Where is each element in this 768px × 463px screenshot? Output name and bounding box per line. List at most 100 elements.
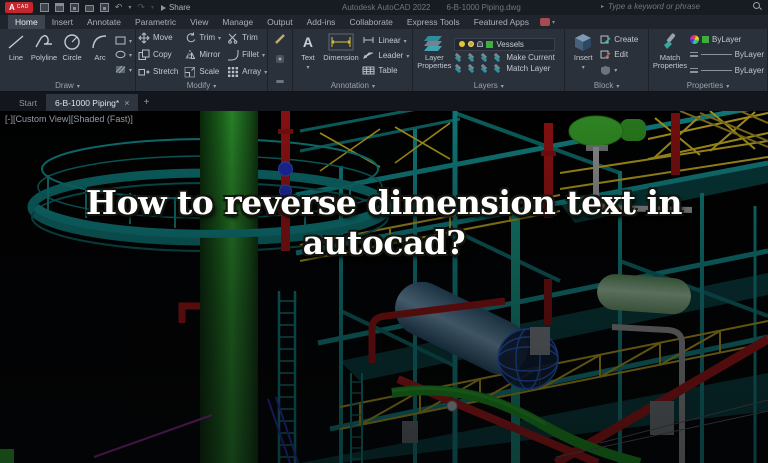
circle-button[interactable]: Circle <box>59 31 85 79</box>
text-button[interactable]: A Text <box>296 31 319 79</box>
ribbon-options-icon <box>540 18 550 26</box>
dimension-icon <box>328 31 354 53</box>
plot-icon[interactable] <box>85 5 94 12</box>
panel-label-properties[interactable]: Properties <box>649 79 767 91</box>
search-icon[interactable] <box>752 1 762 11</box>
panel-block: Insert Create Edit Block <box>565 29 649 91</box>
ribbon-tab-annotate[interactable]: Annotate <box>80 15 128 29</box>
tab-start[interactable]: Start <box>10 94 46 111</box>
layer-tool-icon[interactable] <box>467 53 478 62</box>
ribbon-tab-insert[interactable]: Insert <box>45 15 80 29</box>
erase-button[interactable] <box>274 31 286 49</box>
make-current-button[interactable]: Make Current <box>506 53 554 62</box>
chevron-right-icon[interactable]: ▸ <box>601 3 604 10</box>
fillet-button[interactable]: Fillet <box>227 49 267 61</box>
ribbon-tab-express-tools[interactable]: Express Tools <box>400 15 467 29</box>
ribbon-tab-add-ins[interactable]: Add-ins <box>300 15 343 29</box>
ribbon-tab-home[interactable]: Home <box>8 15 45 29</box>
layer-properties-button[interactable]: Layer Properties <box>416 31 452 79</box>
chevron-down-icon <box>264 67 267 76</box>
viewport-controls[interactable]: [-][Custom View][Shaded (Fast)] <box>5 114 133 124</box>
layer-tool-icon[interactable] <box>480 53 491 62</box>
chevron-down-icon <box>218 33 221 42</box>
layer-select[interactable]: Vessels <box>454 38 554 51</box>
polyline-button[interactable]: Polyline <box>31 31 57 79</box>
undo-icon[interactable]: ↶ <box>115 3 123 12</box>
new-tab-button[interactable] <box>138 94 154 111</box>
save-icon[interactable] <box>70 3 79 12</box>
drawing-viewport[interactable]: [-][Custom View][Shaded (Fast)] How to r… <box>0 111 768 463</box>
rotate-button[interactable]: Trim <box>184 32 221 44</box>
open-folder-icon[interactable] <box>55 3 64 12</box>
layer-tool-icon[interactable] <box>493 64 504 73</box>
layer-tool-icon[interactable] <box>467 64 478 73</box>
arc-button[interactable]: Arc <box>87 31 113 79</box>
scale-button[interactable]: Scale <box>184 66 221 78</box>
hatch-button[interactable] <box>115 65 132 74</box>
panel-label-layers[interactable]: Layers <box>413 79 564 91</box>
mirror-button[interactable]: Mirror <box>184 49 221 61</box>
panel-properties: Match Properties ByLayer ByLayer <box>649 29 768 91</box>
share-button[interactable]: Share <box>161 3 190 12</box>
move-button[interactable]: Move <box>138 32 178 44</box>
lineweight-select[interactable]: ByLayer <box>690 50 764 59</box>
fade-button[interactable] <box>274 71 286 89</box>
chevron-down-icon <box>306 63 309 71</box>
ribbon-options-button[interactable]: ▾ <box>540 15 555 29</box>
table-button[interactable]: Table <box>362 66 409 75</box>
ribbon-tab-view[interactable]: View <box>183 15 215 29</box>
search-input[interactable] <box>608 2 748 11</box>
tab-document[interactable]: 6-B-1000 Piping* <box>46 94 139 111</box>
block-attributes-button[interactable] <box>600 65 638 75</box>
layer-on-icon <box>459 41 465 47</box>
linetype-icon <box>690 68 698 73</box>
new-file-icon[interactable] <box>40 3 49 12</box>
array-button[interactable]: Array <box>227 66 267 78</box>
file-tab-bar: Start 6-B-1000 Piping* <box>0 92 768 111</box>
layer-tool-icon[interactable] <box>454 64 465 73</box>
match-properties-button[interactable]: Match Properties <box>652 31 688 79</box>
ribbon-tab-parametric[interactable]: Parametric <box>128 15 183 29</box>
leader-button[interactable]: Leader <box>362 51 409 60</box>
share-icon <box>161 5 166 11</box>
ribbon-tab-featured-apps[interactable]: Featured Apps <box>467 15 536 29</box>
stretch-button[interactable]: Stretch <box>138 66 178 78</box>
polyline-icon <box>34 31 54 53</box>
rectangle-button[interactable] <box>115 36 132 45</box>
panel-label-annotation[interactable]: Annotation <box>293 79 412 91</box>
linear-dimension-button[interactable]: Linear <box>362 36 409 45</box>
trim-button[interactable]: Trim <box>227 32 267 44</box>
edit-block-button[interactable]: Edit <box>600 50 638 59</box>
layer-tool-icon[interactable] <box>480 64 491 73</box>
print-preview-icon[interactable] <box>100 3 109 12</box>
copy-button[interactable]: Copy <box>138 49 178 61</box>
object-color-select[interactable]: ByLayer <box>690 35 764 44</box>
match-layer-button[interactable]: Match Layer <box>506 64 550 73</box>
chevron-down-icon[interactable]: ▾ <box>128 4 131 11</box>
close-tab-icon[interactable] <box>124 98 129 108</box>
ribbon-tab-manage[interactable]: Manage <box>215 15 260 29</box>
ribbon-tab-output[interactable]: Output <box>260 15 300 29</box>
line-button[interactable]: Line <box>3 31 29 79</box>
layer-tool-icon[interactable] <box>454 53 465 62</box>
create-block-button[interactable]: Create <box>600 35 638 44</box>
linetype-select[interactable]: ByLayer <box>690 66 764 75</box>
line-icon <box>7 31 25 53</box>
arc-icon <box>91 31 109 53</box>
redo-icon[interactable]: ↷ <box>137 3 145 12</box>
panel-modify: Move Trim Trim Copy Mirror Fillet <box>136 29 268 91</box>
explode-button[interactable] <box>274 51 286 69</box>
insert-block-button[interactable]: Insert <box>568 31 598 79</box>
ribbon: Line Polyline Circle Arc <box>0 29 768 92</box>
ellipse-button[interactable] <box>115 50 132 59</box>
chevron-down-icon[interactable]: ▾ <box>151 4 154 11</box>
panel-label-modify[interactable]: Modify <box>136 80 267 91</box>
autocad-window: A CAD ↶ ▾ ↷ ▾ Share Autodesk AutoCAD 202… <box>0 0 768 463</box>
chevron-down-icon <box>129 36 132 45</box>
panel-label-draw[interactable]: Draw <box>0 79 135 91</box>
dimension-button[interactable]: Dimension <box>322 31 361 79</box>
ribbon-tab-collaborate[interactable]: Collaborate <box>342 15 399 29</box>
app-menu-button[interactable]: A CAD <box>5 2 33 13</box>
layer-tool-icon[interactable] <box>493 53 504 62</box>
panel-label-block[interactable]: Block <box>565 79 648 91</box>
